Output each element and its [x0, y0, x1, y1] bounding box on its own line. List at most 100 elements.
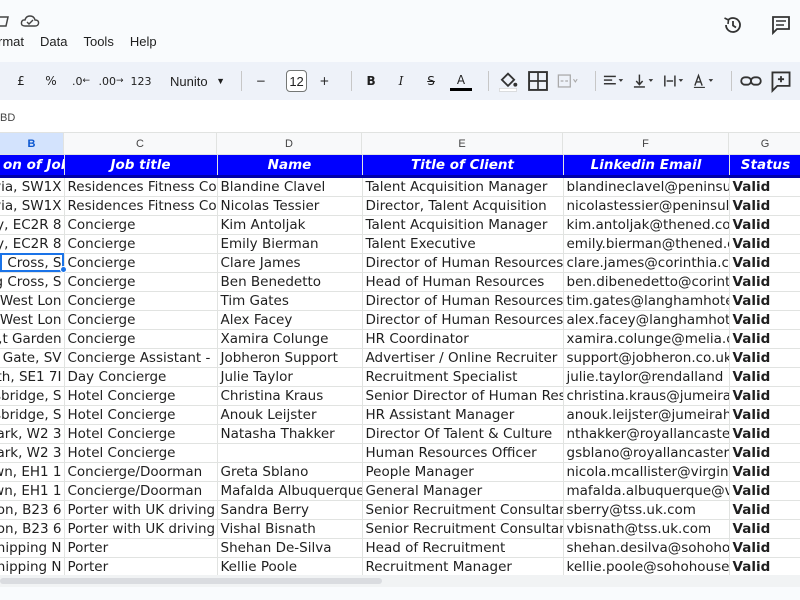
cell-status[interactable]: Valid: [729, 481, 800, 501]
cell-name[interactable]: Anouk Leijster: [217, 405, 363, 425]
cell-location[interactable]: ty, EC2R 8: [0, 234, 65, 254]
cell-title-of-client[interactable]: Director of Human Resources: [362, 291, 564, 311]
text-rotation-icon[interactable]: [693, 68, 715, 94]
header-location[interactable]: on of Job: [0, 155, 65, 178]
font-size-input[interactable]: 12: [285, 70, 308, 92]
header-status[interactable]: Status: [729, 155, 800, 178]
cell-linkedin-email[interactable]: nthakker@royallancaste: [563, 424, 730, 444]
name-box[interactable]: BD: [0, 112, 15, 124]
cell-title-of-client[interactable]: Talent Executive: [362, 234, 564, 254]
cell-linkedin-email[interactable]: xamira.colunge@melia.c: [563, 329, 730, 349]
cell-linkedin-email[interactable]: kim.antoljak@thened.co: [563, 215, 730, 235]
cell-title-of-client[interactable]: Advertiser / Online Recruiter: [362, 348, 564, 368]
cell-linkedin-email[interactable]: nicola.mcallister@virgin: [563, 462, 730, 482]
cell-location[interactable]: ton, B23 6: [0, 500, 65, 520]
cell-location[interactable]: via, SW1X: [0, 196, 65, 216]
column-header-b[interactable]: B: [0, 133, 64, 155]
cell-location[interactable]: t Garden,: [0, 329, 65, 349]
cell-location[interactable]: ty, EC2R 8: [0, 215, 65, 235]
cell-title-of-client[interactable]: Director of Human Resources: [362, 310, 564, 330]
cell-linkedin-email[interactable]: christina.kraus@jumeira: [563, 386, 730, 406]
cell-location[interactable]: sbridge, S: [0, 405, 65, 425]
cell-title-of-client[interactable]: Director Of Talent & Culture: [362, 424, 564, 444]
cell-name[interactable]: Kellie Poole: [217, 557, 363, 575]
cell-location[interactable]: Park, W2 3: [0, 443, 65, 463]
cell-status[interactable]: Valid: [729, 405, 800, 425]
cell-job-title[interactable]: Porter with UK driving: [64, 519, 218, 539]
menu-tools[interactable]: Tools: [83, 34, 113, 49]
horizontal-align-icon[interactable]: [603, 68, 625, 94]
merge-cells-icon[interactable]: [557, 68, 579, 94]
column-header-f[interactable]: F: [563, 133, 729, 155]
cell-job-title[interactable]: Concierge: [64, 215, 218, 235]
cell-job-title[interactable]: Concierge Assistant -: [64, 348, 218, 368]
cell-title-of-client[interactable]: People Manager: [362, 462, 564, 482]
percent-format-button[interactable]: %: [40, 68, 62, 94]
cell-status[interactable]: Valid: [729, 367, 800, 387]
fill-color-icon[interactable]: [497, 68, 519, 94]
increase-font-size-button[interactable]: +: [313, 68, 335, 94]
column-header-e[interactable]: E: [362, 133, 563, 155]
cell-location[interactable]: ton, B23 6: [0, 519, 65, 539]
cell-name[interactable]: Julie Taylor: [217, 367, 363, 387]
cell-job-title[interactable]: Concierge: [64, 329, 218, 349]
cell-title-of-client[interactable]: HR Assistant Manager: [362, 405, 564, 425]
cell-name[interactable]: Natasha Thakker: [217, 424, 363, 444]
cell-name[interactable]: Blandine Clavel: [217, 176, 363, 197]
cell-title-of-client[interactable]: Human Resources Officer: [362, 443, 564, 463]
cell-name[interactable]: Nicolas Tessier: [217, 196, 363, 216]
cell-status[interactable]: Valid: [729, 176, 800, 197]
cell-title-of-client[interactable]: Talent Acquisition Manager: [362, 215, 564, 235]
cell-location[interactable]: th, SE1 7I: [0, 367, 65, 387]
cell-linkedin-email[interactable]: kellie.poole@sohohouse: [563, 557, 730, 575]
cell-location[interactable]: Park, W2 3: [0, 424, 65, 444]
header-linkedin-email[interactable]: Linkedin Email: [563, 155, 730, 178]
menu-format[interactable]: rmat: [0, 34, 24, 49]
cell-name[interactable]: Ben Benedetto: [217, 272, 363, 292]
cell-job-title[interactable]: Concierge: [64, 272, 218, 292]
font-select[interactable]: Nunito ▼: [170, 68, 225, 94]
cell-title-of-client[interactable]: Senior Director of Human Res: [362, 386, 564, 406]
cell-status[interactable]: Valid: [729, 519, 800, 539]
cell-linkedin-email[interactable]: julie.taylor@rendalland: [563, 367, 730, 387]
header-job-title[interactable]: Job title: [64, 155, 218, 178]
cell-linkedin-email[interactable]: gsblano@royallancaster: [563, 443, 730, 463]
cell-job-title[interactable]: Concierge: [64, 291, 218, 311]
cell-location[interactable]: g Cross, S: [0, 253, 65, 273]
cell-job-title[interactable]: Porter with UK driving: [64, 500, 218, 520]
decrease-font-size-button[interactable]: −: [250, 68, 272, 94]
cell-name[interactable]: Vishal Bisnath: [217, 519, 363, 539]
increase-decimal-button[interactable]: .00 →: [98, 68, 123, 94]
cell-job-title[interactable]: Hotel Concierge: [64, 443, 218, 463]
menu-help[interactable]: Help: [130, 34, 157, 49]
menu-data[interactable]: Data: [40, 34, 67, 49]
cell-title-of-client[interactable]: Senior Recruitment Consultan: [362, 500, 564, 520]
cell-status[interactable]: Valid: [729, 310, 800, 330]
column-header-g[interactable]: G: [729, 133, 800, 155]
version-history-icon[interactable]: [722, 14, 744, 36]
cell-job-title[interactable]: Concierge: [64, 310, 218, 330]
cell-job-title[interactable]: Day Concierge: [64, 367, 218, 387]
currency-format-button[interactable]: £: [10, 68, 32, 94]
cell-name[interactable]: Emily Bierman: [217, 234, 363, 254]
cell-linkedin-email[interactable]: emily.bierman@thened.c: [563, 234, 730, 254]
decrease-decimal-button[interactable]: .0 ←: [70, 68, 92, 94]
cell-name[interactable]: Sandra Berry: [217, 500, 363, 520]
cell-status[interactable]: Valid: [729, 500, 800, 520]
cell-linkedin-email[interactable]: blandineclavel@peninsu: [563, 176, 730, 197]
selection-fill-handle[interactable]: [60, 266, 67, 273]
cell-title-of-client[interactable]: HR Coordinator: [362, 329, 564, 349]
cell-location[interactable]: West Lon: [0, 310, 65, 330]
cell-linkedin-email[interactable]: ben.dibenedetto@corint: [563, 272, 730, 292]
cell-job-title[interactable]: Concierge: [64, 253, 218, 273]
cell-location[interactable]: wn, EH1 1: [0, 481, 65, 501]
cell-job-title[interactable]: Hotel Concierge: [64, 405, 218, 425]
cell-job-title[interactable]: Hotel Concierge: [64, 424, 218, 444]
move-folder-icon[interactable]: [0, 13, 10, 29]
cell-name[interactable]: Kim Antoljak: [217, 215, 363, 235]
cell-status[interactable]: Valid: [729, 424, 800, 444]
insert-link-icon[interactable]: [740, 68, 762, 94]
cell-location[interactable]: s Gate, SV: [0, 348, 65, 368]
insert-comment-icon[interactable]: [770, 68, 792, 94]
cell-name[interactable]: Xamira Colunge: [217, 329, 363, 349]
